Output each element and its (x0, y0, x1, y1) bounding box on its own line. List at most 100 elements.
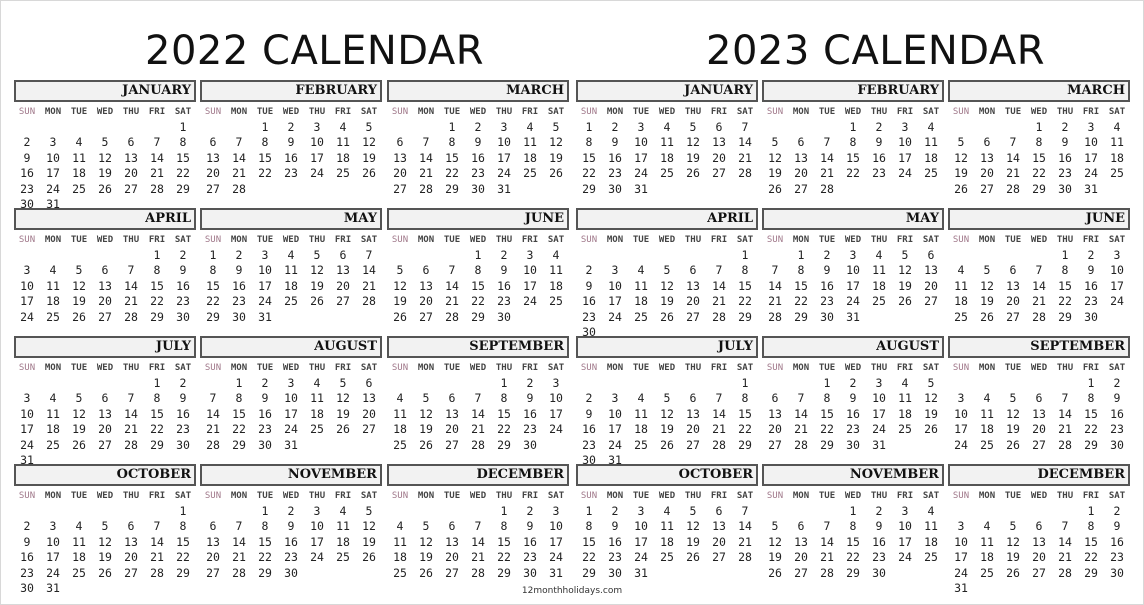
weekday-label: TUE (256, 107, 274, 117)
day-cell: 22 (1084, 550, 1098, 565)
weekday-label: FRI (148, 107, 166, 117)
weekday-label: SAT (174, 107, 192, 117)
day-cell: 15 (206, 278, 220, 293)
weekday-label: THU (870, 107, 888, 117)
day-cell: 11 (523, 135, 537, 150)
weekday-label: THU (122, 363, 140, 373)
day-cell: 21 (1058, 550, 1072, 565)
day-cell: 8 (261, 135, 269, 150)
day-cell: 1 (209, 248, 217, 262)
day-cell: 21 (794, 422, 808, 437)
day-cell: 17 (46, 166, 60, 181)
day-cell: 29 (1058, 309, 1072, 324)
day-cell: 7 (365, 248, 373, 262)
day-grid: SUN MON TUE WED THU FRI SAT 1 2 3 4 5 6 7 8 9 10 11 12 13 14… (387, 488, 569, 581)
day-cell: 26 (72, 309, 86, 324)
day-cell: 17 (872, 406, 886, 421)
day-cell: 18 (336, 150, 350, 165)
day-cell: 25 (872, 294, 886, 309)
day-cell: 22 (471, 294, 485, 309)
empty-cell (1000, 504, 1026, 519)
day-cell: 15 (846, 150, 860, 165)
day-grid: SUN MON TUE WED THU FRI SAT 1 2 3 4 5 6 7 8 9 10 11 12 13 14… (200, 104, 382, 197)
day-cell: 4 (875, 248, 883, 262)
empty-cell (387, 120, 413, 135)
empty-cell (387, 248, 413, 263)
month-header: APRIL (576, 208, 758, 230)
empty-cell (762, 376, 788, 391)
month-header: NOVEMBER (762, 464, 944, 486)
day-cell: 15 (738, 406, 752, 421)
day-cell: 31 (846, 309, 860, 324)
day-cell: 21 (150, 550, 164, 565)
day-cell: 30 (497, 309, 511, 324)
day-cell: 12 (1006, 534, 1020, 549)
day-cell: 1 (585, 120, 593, 134)
day-grid: SUN MON TUE WED THU FRI SAT 1 2 3 4 5 6 7 8 9 10 11 12 13 14… (948, 360, 1130, 453)
day-cell: 25 (284, 294, 298, 309)
weekday-label: MON (230, 107, 248, 117)
day-cell: 13 (445, 534, 459, 549)
day-cell: 27 (686, 309, 700, 324)
weekday-label: TUE (818, 107, 836, 117)
day-cell: 13 (1032, 406, 1046, 421)
day-cell: 24 (258, 294, 272, 309)
empty-cell (1026, 248, 1052, 263)
day-cell: 4 (1113, 120, 1121, 134)
day-cell: 11 (954, 278, 968, 293)
weekday-label: TUE (632, 363, 650, 373)
day-cell: 16 (497, 278, 511, 293)
weekday-label: SUN (204, 235, 222, 245)
day-cell: 1 (585, 504, 593, 518)
day-cell: 13 (206, 534, 220, 549)
day-cell: 5 (901, 248, 909, 262)
day-cell: 7 (823, 135, 831, 150)
day-cell: 24 (310, 166, 324, 181)
weekday-label: THU (308, 491, 326, 501)
day-cell: 2 (875, 504, 883, 518)
day-cell: 30 (1110, 437, 1124, 452)
day-cell: 24 (549, 550, 563, 565)
day-cell: 27 (445, 437, 459, 452)
day-cell: 19 (72, 422, 86, 437)
day-cell: 11 (634, 406, 648, 421)
weekday-label: SAT (547, 107, 565, 117)
day-cell: 6 (715, 120, 723, 134)
day-cell: 31 (634, 565, 648, 580)
month-header: AUGUST (762, 336, 944, 358)
day-cell: 9 (179, 263, 187, 278)
day-cell: 13 (124, 534, 138, 549)
day-grid: SUN MON TUE WED THU FRI SAT 1 2 3 4 5 6 7 8 9 10 11 12 13 14… (200, 232, 382, 325)
day-cell: 14 (232, 534, 246, 549)
month-march-2023: MARCH SUN MON TUE WED THU FRI SAT 1 2 3 4 5 6 7 8 9 10 11 1… (948, 80, 1130, 197)
month-header: JANUARY (576, 80, 758, 102)
day-cell: 18 (284, 278, 298, 293)
day-cell: 12 (980, 278, 994, 293)
day-cell: 27 (98, 309, 112, 324)
day-cell: 12 (419, 534, 433, 549)
day-cell: 11 (310, 391, 324, 406)
day-cell: 17 (497, 150, 511, 165)
day-cell: 2 (287, 504, 295, 518)
day-cell: 28 (471, 437, 485, 452)
day-cell: 31 (284, 437, 298, 452)
day-cell: 11 (46, 406, 60, 421)
day-cell: 24 (46, 181, 60, 196)
empty-cell (465, 376, 491, 391)
month-header: MAY (762, 208, 944, 230)
day-cell: 13 (336, 263, 350, 278)
day-cell: 30 (176, 309, 190, 324)
empty-cell (226, 120, 252, 135)
day-cell: 16 (872, 150, 886, 165)
day-cell: 30 (176, 437, 190, 452)
day-grid: SUN MON TUE WED THU FRI SAT 1 2 3 4 5 6 7 8 9 10 11 12 13 14… (576, 104, 758, 197)
day-cell: 2 (23, 519, 31, 534)
day-cell: 21 (471, 422, 485, 437)
month-header: APRIL (14, 208, 196, 230)
day-cell: 27 (686, 437, 700, 452)
day-cell: 20 (1006, 294, 1020, 309)
weekday-label: THU (122, 491, 140, 501)
day-cell: 20 (124, 166, 138, 181)
weekday-label: SAT (1108, 235, 1126, 245)
day-cell: 15 (232, 406, 246, 421)
